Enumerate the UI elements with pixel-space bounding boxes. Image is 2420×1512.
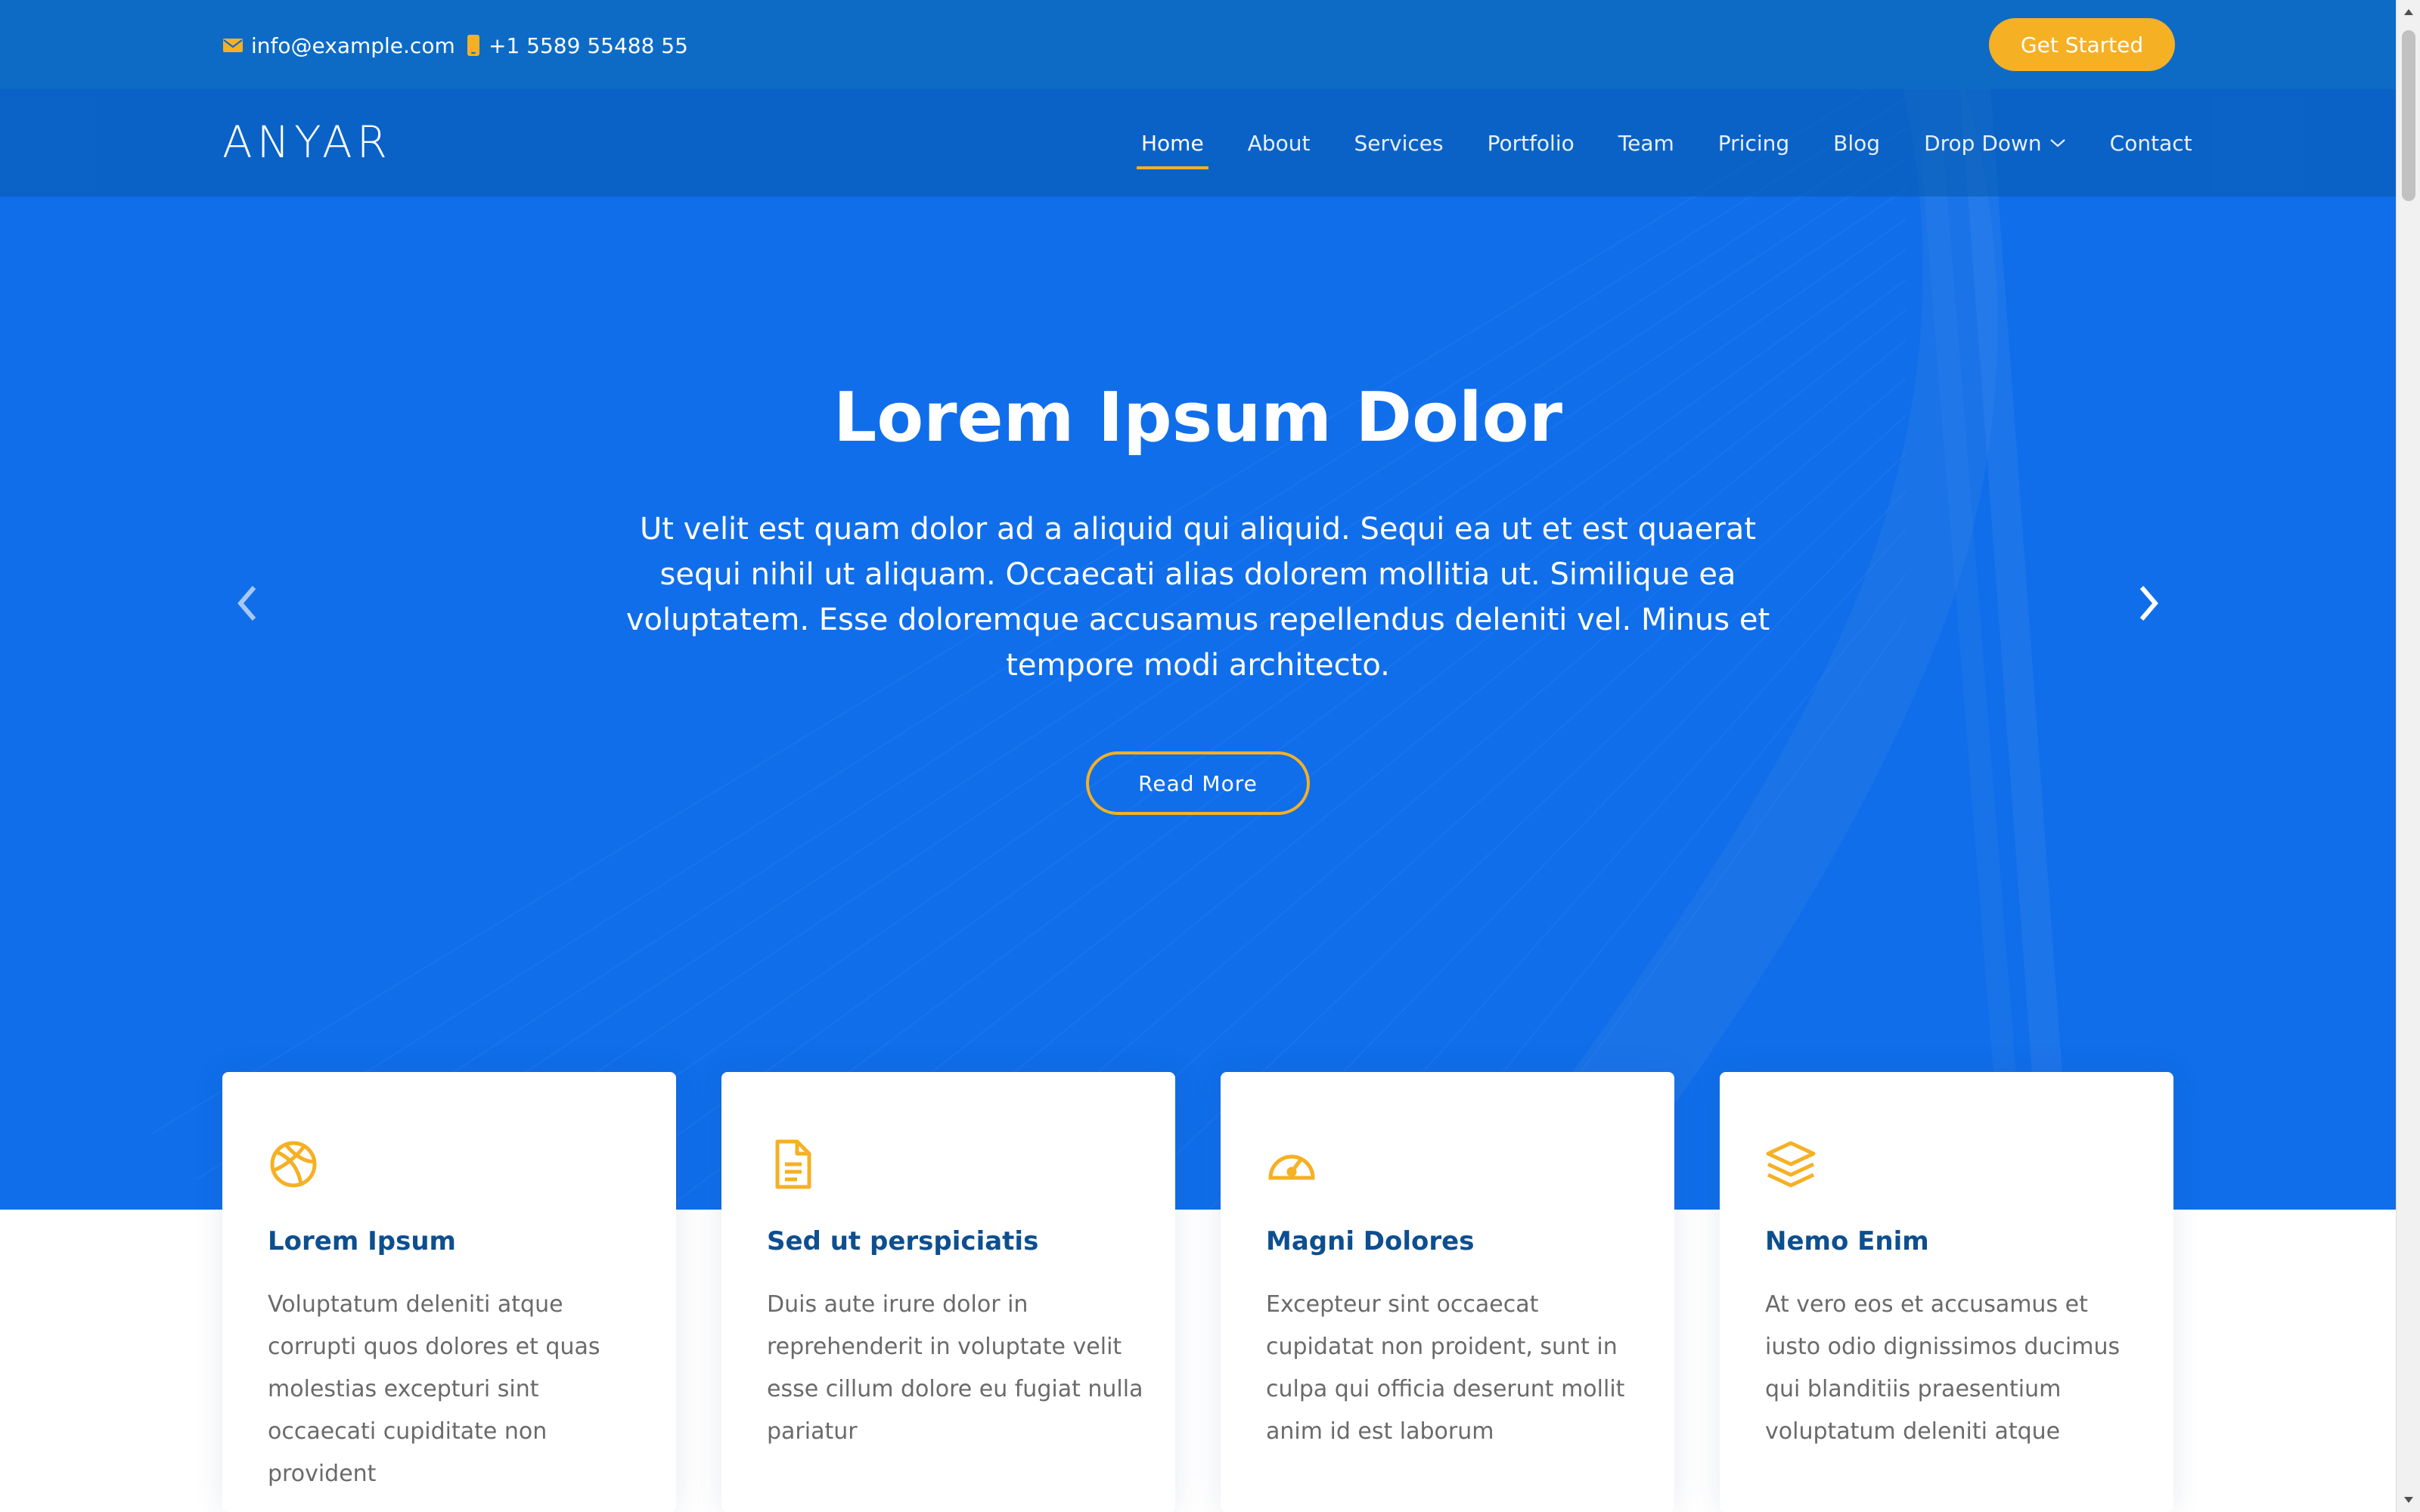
main-nav: Home About Services Portfolio Team Prici… <box>1119 89 2214 197</box>
chevron-down-icon <box>2049 138 2066 148</box>
nav-contact[interactable]: Contact <box>2110 131 2192 156</box>
feature-text: Excepteur sint occaecat cupidatat non pr… <box>1266 1291 1625 1445</box>
phone-icon <box>466 34 481 57</box>
nav-portfolio[interactable]: Portfolio <box>1488 131 1575 156</box>
nav-team[interactable]: Team <box>1618 131 1674 156</box>
phone-text: +1 5589 55488 55 <box>489 33 688 58</box>
feature-card[interactable]: Sed ut perspiciatis Duis aute irure dolo… <box>721 1072 1175 1512</box>
feature-text: At vero eos et accusamus et iusto odio d… <box>1765 1291 2121 1445</box>
vertical-scrollbar[interactable] <box>2396 0 2420 1512</box>
hero-text: Ut velit est quam dolor ad a aliquid qui… <box>625 512 1770 683</box>
nav-services[interactable]: Services <box>1354 131 1443 156</box>
carousel-next-button[interactable] <box>2122 575 2175 635</box>
site-logo[interactable]: ANYAR <box>222 116 392 168</box>
chevron-left-icon <box>234 583 260 627</box>
get-started-button[interactable]: Get Started <box>1989 18 2175 71</box>
feature-card[interactable]: Magni Dolores Excepteur sint occaecat cu… <box>1221 1072 1674 1512</box>
nav-home[interactable]: Home <box>1137 131 1208 169</box>
feature-title: Sed ut perspiciatis <box>767 1226 1039 1256</box>
nav-dropdown[interactable]: Drop Down <box>1924 131 2066 156</box>
tachometer-icon <box>1264 1137 1319 1191</box>
feature-text: Voluptatum deleniti atque corrupti quos … <box>268 1291 600 1487</box>
read-more-button[interactable]: Read More <box>1086 751 1310 815</box>
nav-pricing[interactable]: Pricing <box>1718 131 1789 156</box>
hero-title: Lorem Ipsum Dolor <box>833 378 1562 457</box>
contact-phone[interactable]: +1 5589 55488 55 <box>466 31 688 60</box>
top-bar: info@example.com +1 5589 55488 55 Get St… <box>0 0 2396 89</box>
basketball-icon <box>266 1137 321 1191</box>
scroll-up-arrow-icon[interactable] <box>2403 6 2415 18</box>
layers-icon <box>1764 1137 1818 1191</box>
feature-title: Magni Dolores <box>1266 1226 1475 1256</box>
document-icon <box>765 1137 820 1191</box>
feature-title: Lorem Ipsum <box>268 1226 456 1256</box>
feature-card[interactable]: Nemo Enim At vero eos et accusamus et iu… <box>1720 1072 2173 1512</box>
contact-email[interactable]: info@example.com <box>222 31 455 60</box>
scroll-down-arrow-icon[interactable] <box>2403 1494 2415 1506</box>
chevron-right-icon <box>2136 583 2161 627</box>
envelope-icon <box>222 37 244 54</box>
feature-title: Nemo Enim <box>1765 1226 1929 1256</box>
scrollbar-thumb[interactable] <box>2402 30 2415 201</box>
nav-blog[interactable]: Blog <box>1833 131 1880 156</box>
carousel-prev-button[interactable] <box>221 575 274 635</box>
email-text: info@example.com <box>251 33 455 58</box>
nav-dropdown-label: Drop Down <box>1924 130 2042 156</box>
feature-text: Duis aute irure dolor in reprehenderit i… <box>767 1291 1143 1445</box>
site-header: ANYAR Home About Services Portfolio Team… <box>0 89 2396 197</box>
feature-card[interactable]: Lorem Ipsum Voluptatum deleniti atque co… <box>222 1072 676 1512</box>
nav-about[interactable]: About <box>1248 131 1311 156</box>
